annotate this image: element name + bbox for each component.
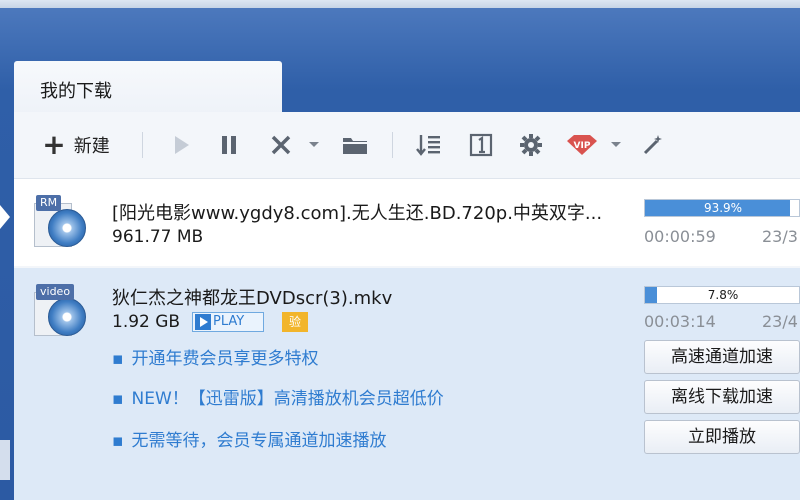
sidebar-edge	[0, 440, 10, 480]
download-panel: + 新建 VIP RM [阳光电影www.ygdy8.com].无人生还.BD.…	[14, 112, 800, 500]
progress-percent: 93.9%	[703, 201, 743, 215]
progress-bar: 7.8%	[644, 286, 800, 304]
download-row[interactable]: RM [阳光电影www.ygdy8.com].无人生还.BD.720p.中英双字…	[14, 178, 800, 266]
promo-link[interactable]: ▪ 无需等待，会员专属通道加速播放	[112, 426, 387, 451]
file-name: [阳光电影www.ygdy8.com].无人生还.BD.720p.中英双字...	[112, 203, 603, 224]
sort-icon	[416, 135, 440, 156]
vip-dropdown[interactable]	[610, 130, 622, 160]
offline-download-button[interactable]: 离线下载加速	[644, 380, 800, 414]
verified-badge: 验	[282, 312, 308, 332]
open-folder-button[interactable]	[340, 130, 370, 160]
high-speed-button[interactable]: 高速通道加速	[644, 340, 800, 374]
window-top-bar	[0, 0, 800, 8]
promo-text: NEW！【迅雷版】高清播放机会员超低价	[131, 389, 444, 409]
svg-text:VIP: VIP	[574, 141, 591, 151]
toolbar-divider	[142, 132, 143, 158]
play-icon	[195, 314, 211, 330]
play-icon	[175, 136, 189, 154]
file-size: 961.77 MB	[112, 227, 204, 247]
peer-count: 23/3	[762, 227, 798, 246]
time-remaining: 00:00:59	[644, 227, 716, 246]
video-file-icon: video	[34, 284, 86, 338]
plus-icon: +	[42, 128, 66, 161]
disc-icon	[48, 209, 86, 247]
download-row-selected[interactable]: video 狄仁杰之神都龙王DVDscr(3).mkv 1.92 GB PLAY…	[14, 268, 800, 500]
promo-link[interactable]: ▪ 开通年费会员享更多特权	[112, 344, 319, 369]
settings-button[interactable]	[516, 130, 546, 160]
promo-link[interactable]: ▪ NEW！【迅雷版】高清播放机会员超低价	[112, 384, 444, 409]
single-task-button[interactable]	[466, 130, 496, 160]
delete-button[interactable]	[266, 130, 296, 160]
new-task-button[interactable]: + 新建	[34, 130, 118, 160]
file-type-tag: video	[36, 284, 75, 300]
file-name: 狄仁杰之神都龙王DVDscr(3).mkv	[112, 288, 393, 309]
promo-text: 无需等待，会员专属通道加速播放	[131, 431, 387, 451]
play-badge[interactable]: PLAY	[192, 312, 264, 332]
tab-label: 我的下载	[40, 81, 112, 102]
start-button[interactable]	[166, 130, 196, 160]
tools-button[interactable]	[638, 130, 668, 160]
disc-icon	[48, 298, 86, 336]
time-remaining: 00:03:14	[644, 312, 716, 331]
peer-count: 23/4	[762, 312, 798, 331]
progress-percent: 7.8%	[707, 288, 739, 302]
gear-icon	[520, 134, 542, 156]
tab-my-downloads[interactable]: 我的下载	[14, 61, 282, 115]
magic-wand-icon	[643, 135, 662, 155]
toolbar-divider	[392, 132, 393, 158]
progress-bar: 93.9%	[644, 199, 800, 217]
file-size: 1.92 GB	[112, 312, 181, 332]
play-now-button[interactable]: 立即播放	[644, 420, 800, 454]
play-badge-label: PLAY	[213, 314, 245, 329]
bullet-icon: ▪	[112, 389, 124, 409]
folder-icon	[343, 138, 367, 154]
delete-dropdown[interactable]	[308, 130, 320, 160]
collapse-arrow[interactable]	[0, 205, 10, 229]
bullet-icon: ▪	[112, 349, 124, 369]
chevron-down-icon	[309, 142, 319, 147]
sort-button[interactable]	[414, 130, 444, 160]
promo-text: 开通年费会员享更多特权	[131, 349, 319, 369]
bullet-icon: ▪	[112, 431, 124, 451]
one-icon	[469, 133, 493, 157]
file-type-tag: RM	[36, 195, 62, 211]
vip-icon: VIP	[567, 135, 597, 155]
new-task-label: 新建	[73, 136, 110, 157]
rm-file-icon: RM	[34, 195, 86, 249]
delete-icon	[271, 135, 291, 155]
vip-button[interactable]: VIP	[564, 130, 600, 160]
pause-button[interactable]	[214, 130, 244, 160]
toolbar: + 新建 VIP	[14, 112, 800, 178]
pause-icon	[222, 136, 236, 154]
chevron-down-icon	[611, 142, 621, 147]
